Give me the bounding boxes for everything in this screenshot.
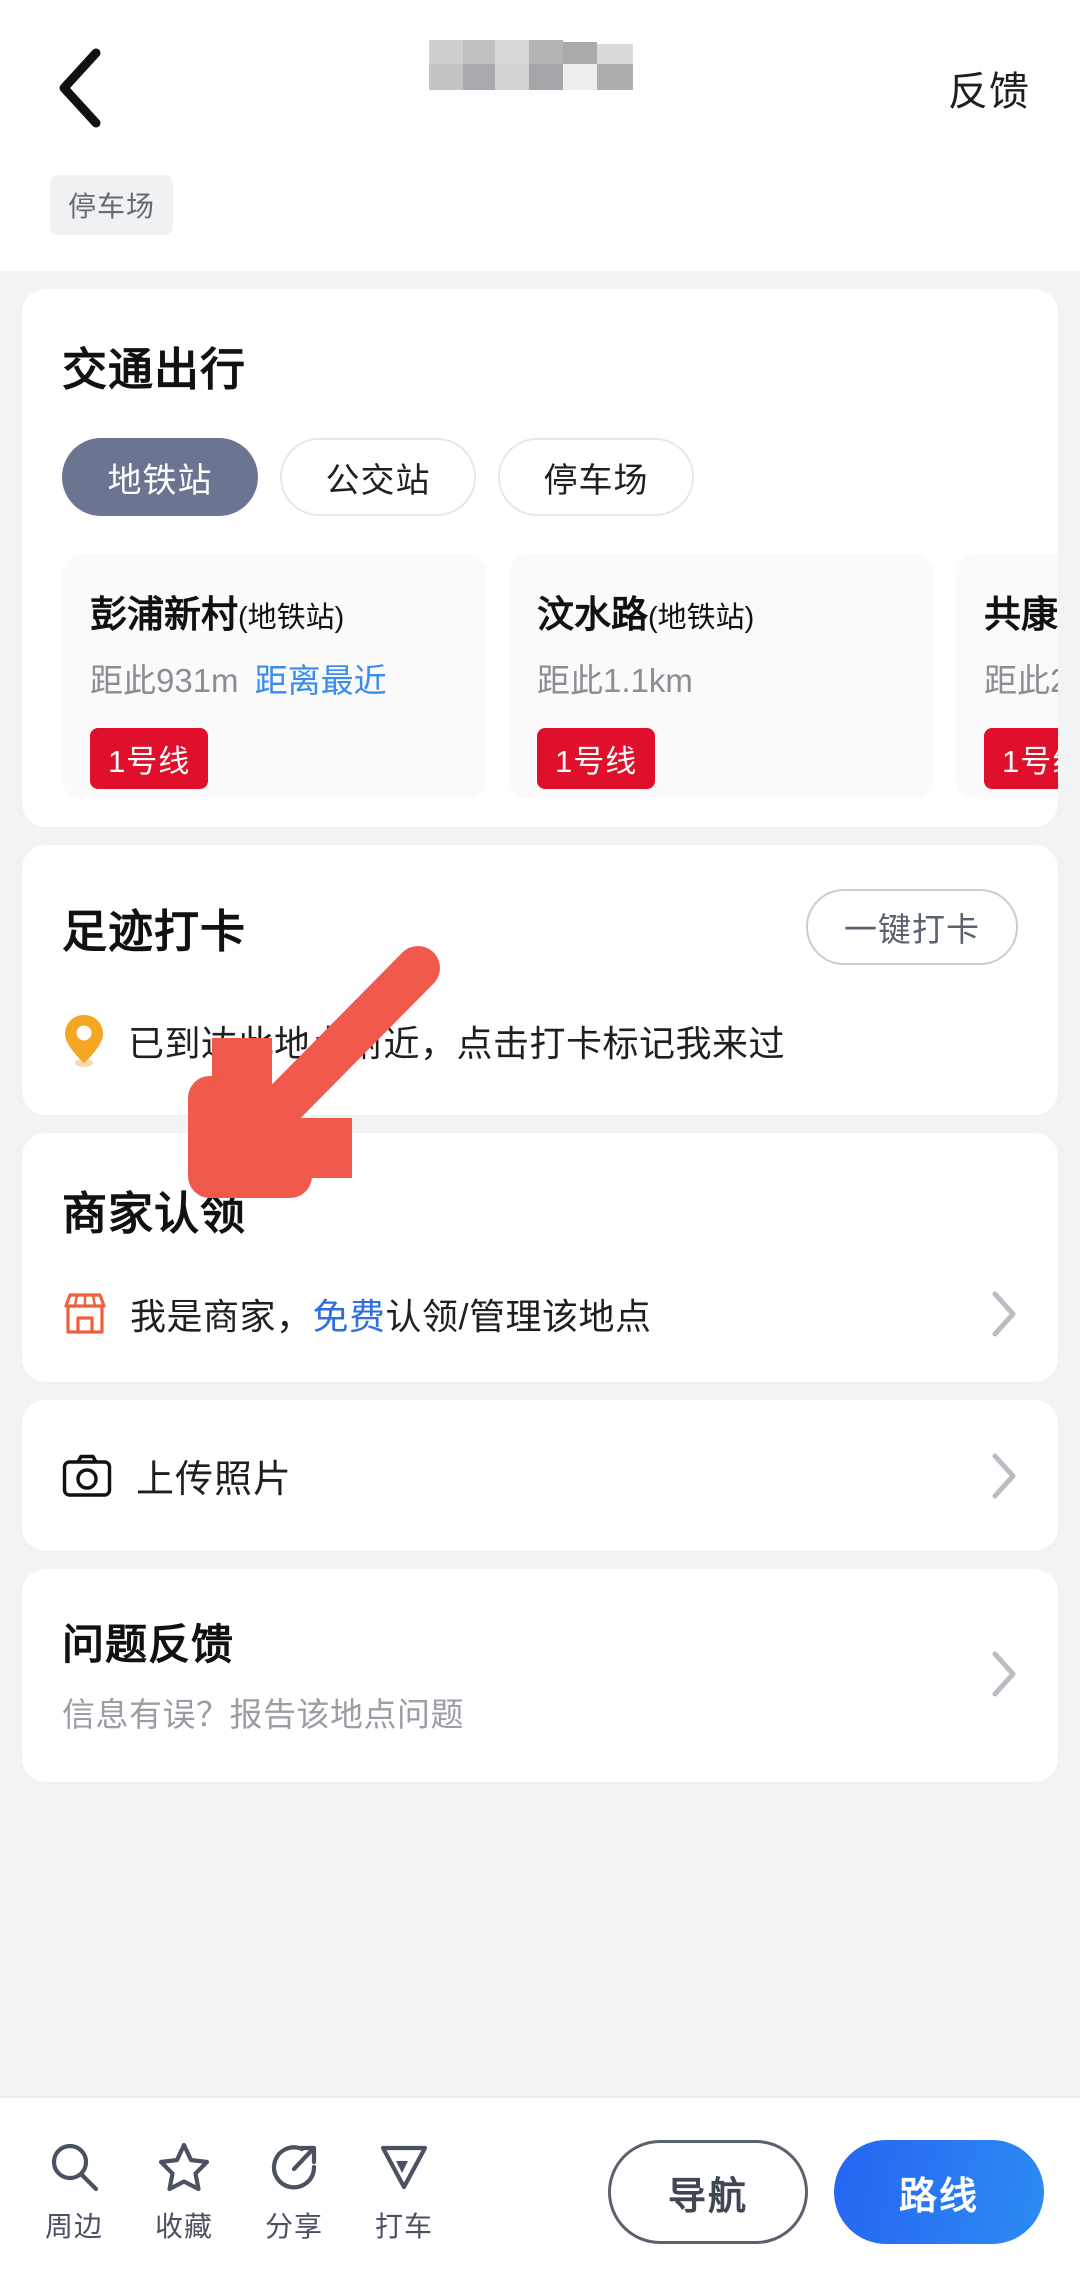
station-distance: 距此931m [90,662,239,699]
problem-feedback-card[interactable]: 问题反馈 信息有误？报告该地点问题 [22,1569,1058,1782]
problem-feedback-subtitle: 信息有误？报告该地点问题 [62,1696,464,1733]
station-nearest-badge: 距离最近 [254,662,387,699]
filter-pill-subway[interactable]: 地铁站 [62,438,258,516]
station-card-scroller[interactable]: 彭浦新村(地铁站) 距此931m 距离最近 1号线 汶水路(地铁站) 距此1.1k… [22,554,1058,799]
chevron-right-icon [992,1651,1016,1696]
bottom-icon-group: 周边 收藏 分享 打车 [30,2139,608,2245]
bottom-item-favorite-label: 收藏 [154,2211,213,2242]
filter-pill-parking[interactable]: 停车场 [498,438,694,516]
transit-card: 交通出行 地铁站 公交站 停车场 彭浦新村(地铁站) 距此931m 距离最近 1号… [22,289,1058,827]
page-title-container: 停车场 [0,0,1080,120]
merchant-title: 商家认领 [62,1188,247,1239]
bottom-item-share-label: 分享 [264,2211,323,2242]
metro-line-badge: 1号线 [90,728,209,789]
footprint-hint-text: 已到达此地点附近，点击打卡标记我来过 [128,1023,786,1064]
location-pin-icon [65,1015,103,1067]
station-distance-row: 距此2 [984,654,1058,702]
station-distance-row: 距此1.1km [537,654,906,702]
page-title: 停车场 [477,41,603,87]
metro-line-badge: 1号线 [537,728,656,789]
station-distance: 距此2 [984,662,1058,699]
transit-filter-pills: 地铁站 公交站 停车场 [22,438,1058,516]
route-button[interactable]: 路线 [834,2140,1044,2244]
transit-title: 交通出行 [62,344,247,395]
taxi-cursor-icon [380,2145,428,2190]
feedback-button[interactable]: 反馈 [948,59,1030,117]
back-button[interactable] [20,28,140,148]
share-icon [271,2145,317,2190]
station-type: (地铁站) [238,602,345,634]
footprint-header: 足迹打卡 一键打卡 [62,889,1018,965]
navigate-button[interactable]: 导航 [608,2140,808,2244]
mosaic-blur-overlay [429,26,651,90]
bottom-item-nearby-label: 周边 [44,2211,103,2242]
category-tag[interactable]: 停车场 [50,175,174,235]
station-name: 彭浦新村 [90,594,238,635]
problem-feedback-text: 问题反馈 信息有误？报告该地点问题 [62,1611,464,1736]
one-tap-checkin-button[interactable]: 一键打卡 [806,889,1018,965]
station-name-row: 共康 [984,584,1058,638]
merchant-claim-text: 我是商家，免费认领/管理该地点 [130,1288,652,1340]
upload-photo-label: 上传照片 [136,1459,293,1501]
bottom-item-share[interactable]: 分享 [250,2139,338,2245]
chevron-right-icon [992,1453,1016,1498]
station-name: 汶水路 [537,594,648,635]
bottom-item-taxi[interactable]: 打车 [360,2139,448,2245]
shop-icon [64,1293,106,1334]
place-detail-screen: 停车场 反馈 停车场 交通出行 地铁站 公交站 停车场 彭浦新村(地铁站) 距此… [0,0,1080,2286]
station-card[interactable]: 共康 距此2 1号线 [956,554,1058,799]
station-name-row: 彭浦新村(地铁站) [90,584,459,638]
station-card[interactable]: 汶水路(地铁站) 距此1.1km 1号线 [509,554,934,799]
bottom-primary-actions: 导航 路线 [608,2140,1050,2244]
page-title-blurred: 停车场 [429,26,651,90]
chevron-left-icon [59,48,101,127]
station-distance: 距此1.1km [537,662,693,699]
footprint-hint-row[interactable]: 已到达此地点附近，点击打卡标记我来过 [62,1013,1018,1069]
footprint-title: 足迹打卡 [62,905,247,957]
merchant-claim-left: 我是商家，免费认领/管理该地点 [62,1288,652,1340]
bottom-action-bar: 周边 收藏 分享 打车 导航 路线 [0,2096,1080,2286]
station-card[interactable]: 彭浦新村(地铁站) 距此931m 距离最近 1号线 [62,554,487,799]
bottom-item-nearby[interactable]: 周边 [30,2139,118,2245]
merchant-text-before: 我是商家， [130,1296,313,1337]
search-icon [51,2143,99,2192]
footprint-card: 足迹打卡 一键打卡 已到达此地点附近，点击打卡标记我来过 [22,845,1058,1115]
chevron-right-icon [992,1291,1016,1337]
merchant-text-after: 认领/管理该地点 [385,1296,652,1337]
camera-icon [62,1454,112,1497]
merchant-claim-row[interactable]: 我是商家，免费认领/管理该地点 [62,1288,1018,1340]
station-distance-row: 距此931m 距离最近 [90,654,459,702]
upload-photo-card[interactable]: 上传照片 [22,1400,1058,1551]
merchant-free-link[interactable]: 免费 [313,1296,386,1337]
station-type: (地铁站) [648,602,755,634]
upload-photo-left: 上传照片 [62,1448,292,1503]
filter-pill-bus[interactable]: 公交站 [280,438,476,516]
station-name: 共康 [984,594,1058,635]
bottom-item-favorite[interactable]: 收藏 [140,2139,228,2245]
bottom-item-taxi-label: 打车 [374,2211,433,2242]
station-name-row: 汶水路(地铁站) [537,584,906,638]
category-tag-bar: 停车场 [0,175,1080,271]
app-header: 停车场 反馈 [0,0,1080,175]
merchant-claim-card: 商家认领 我是商家，免费认领/管理该地点 [22,1133,1058,1382]
problem-feedback-title: 问题反馈 [62,1621,235,1668]
metro-line-badge: 1号线 [984,728,1058,789]
star-icon [158,2142,210,2192]
